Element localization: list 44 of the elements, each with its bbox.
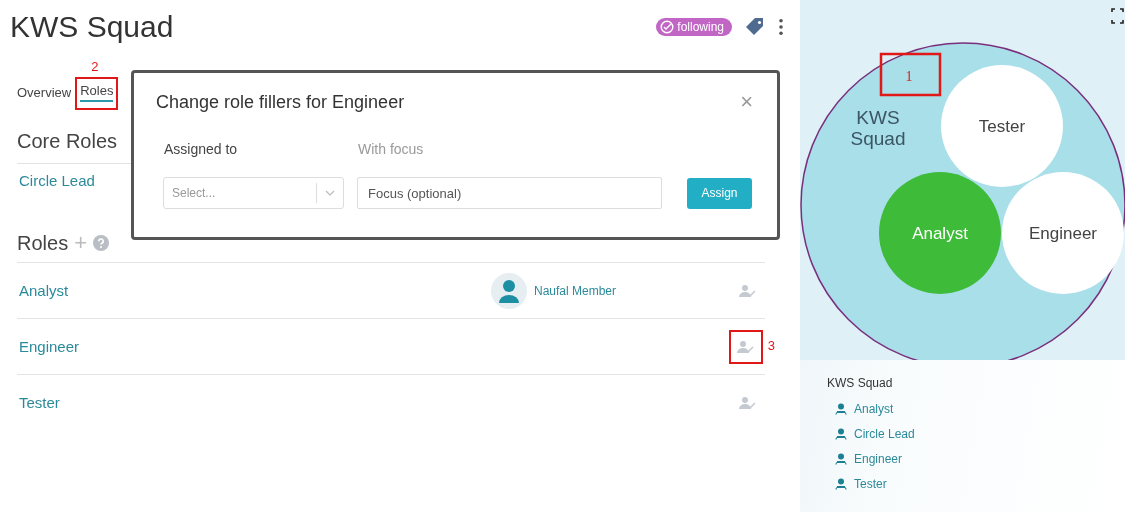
- member-name[interactable]: Naufal Member: [534, 283, 617, 298]
- annotation-number: 1: [905, 69, 913, 84]
- role-link[interactable]: Circle Lead: [854, 426, 915, 441]
- caret-icon: [325, 190, 335, 196]
- tab[interactable]: Roles: [80, 81, 114, 102]
- tab[interactable]: Overview: [17, 83, 72, 104]
- person-icon: [835, 427, 847, 440]
- role-link[interactable]: Analyst: [17, 282, 491, 299]
- fullscreen-icon[interactable]: [1111, 8, 1124, 24]
- role-link[interactable]: Engineer: [17, 338, 491, 355]
- select-field[interactable]: Select...: [163, 177, 344, 209]
- circle-name: KWS Squad: [827, 376, 894, 390]
- field-label: With focus: [358, 141, 424, 157]
- section-heading: Roles: [17, 231, 69, 255]
- assign-person-icon[interactable]: [737, 339, 755, 354]
- role-link[interactable]: Analyst: [854, 401, 894, 416]
- annotation-number: 2: [91, 59, 99, 74]
- person-icon: [835, 477, 847, 490]
- help-icon[interactable]: [93, 235, 109, 251]
- role-circle[interactable]: Tester: [941, 65, 1063, 187]
- section-heading: Core Roles: [17, 130, 118, 153]
- role-circle[interactable]: Engineer: [1002, 172, 1124, 294]
- role-link[interactable]: Engineer: [854, 451, 903, 466]
- role-link[interactable]: Tester: [854, 476, 887, 491]
- assign-person-icon[interactable]: [739, 283, 757, 298]
- annotation-number: 3: [767, 337, 775, 353]
- page-title: KWS Squad: [10, 10, 174, 44]
- role-link[interactable]: Tester: [17, 394, 491, 411]
- focus-field[interactable]: Focus (optional): [357, 177, 662, 209]
- modal-title: Change role fillers for Engineer: [156, 91, 405, 113]
- following-badge[interactable]: following: [656, 18, 732, 36]
- circle-label: KWS Squad: [850, 107, 906, 149]
- assign-person-icon[interactable]: [739, 395, 757, 410]
- person-icon: [835, 402, 847, 415]
- annotation-box: [879, 52, 942, 97]
- more-icon[interactable]: [778, 18, 784, 36]
- check-circle-icon: [660, 20, 675, 34]
- avatar-icon: [491, 272, 527, 309]
- tag-icon[interactable]: [744, 16, 766, 38]
- close-button[interactable]: ×: [740, 91, 753, 113]
- assign-button[interactable]: Assign: [687, 177, 752, 209]
- field-label: Assigned to: [163, 141, 239, 157]
- person-icon: [835, 452, 847, 465]
- role-circle[interactable]: Analyst: [879, 172, 1001, 294]
